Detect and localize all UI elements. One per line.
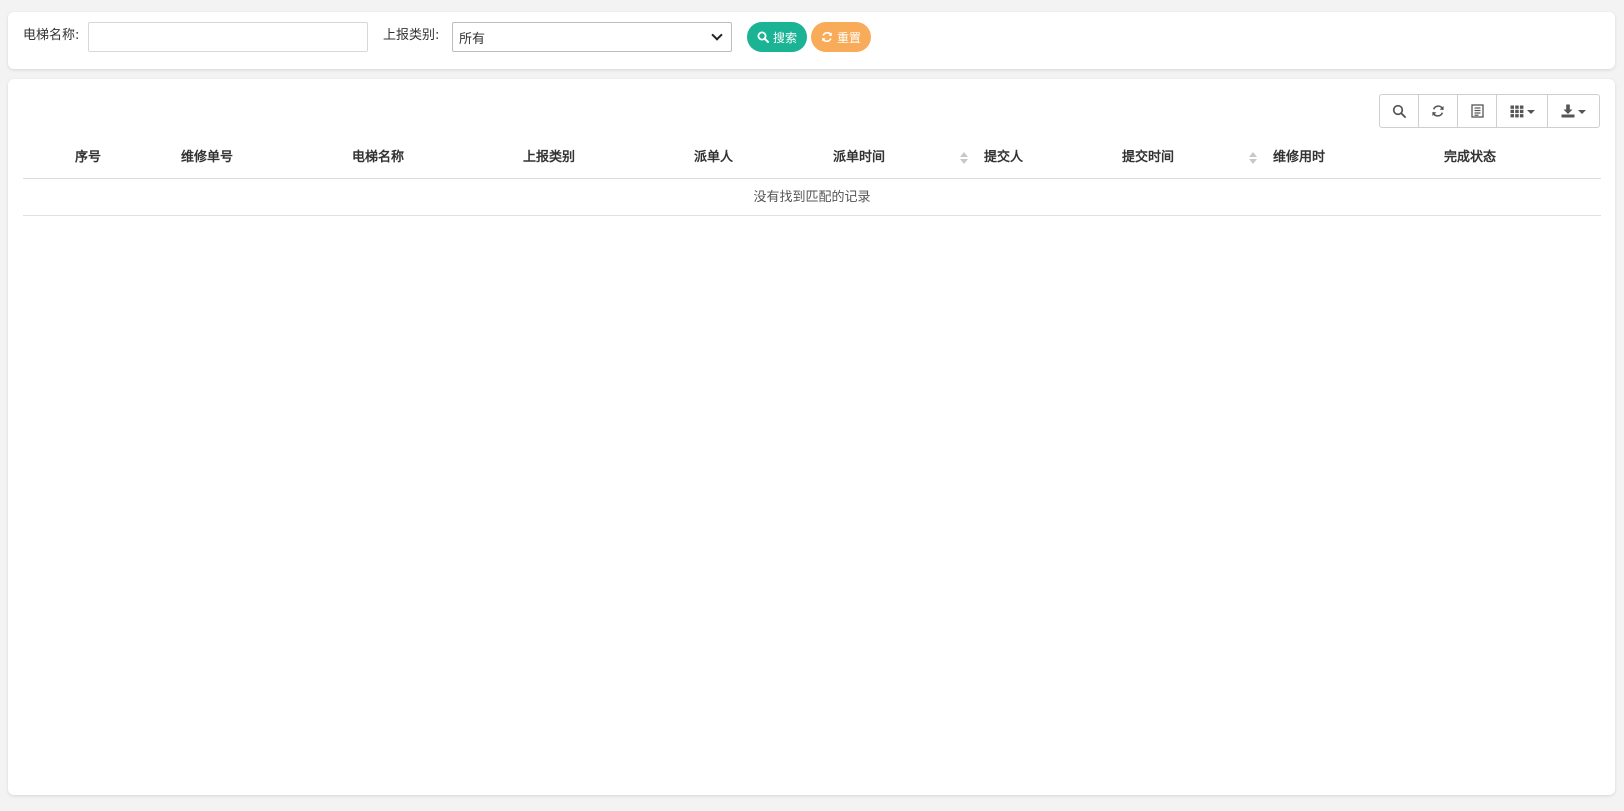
caret-down-icon: [1526, 110, 1535, 114]
column-header-submitter: 提交人: [984, 150, 1024, 165]
column-header-completion-status: 完成状态: [1444, 150, 1497, 165]
column-header-repair-order-no: 维修单号: [181, 150, 234, 165]
elevator-name-input[interactable]: [88, 22, 368, 52]
caret-down-icon: [1578, 110, 1586, 114]
column-header-report-type: 上报类别: [523, 150, 576, 165]
table-panel: 序号 维修单号 电梯名称 上报类别 派单人 派单时间 提交人 提交时间 维修用时…: [8, 79, 1615, 795]
column-header-repair-duration: 维修用时: [1273, 150, 1326, 165]
search-panel: 电梯名称: 上报类别: 所有 搜索 重置: [8, 12, 1615, 69]
column-header-dispatch-time[interactable]: 派单时间: [833, 137, 885, 179]
report-type-selected-value: 所有: [459, 31, 486, 47]
toolbar-columns-button[interactable]: [1497, 95, 1548, 127]
chevron-down-icon: [711, 28, 723, 41]
sort-icon[interactable]: [1249, 137, 1259, 179]
toolbar-search-button[interactable]: [1380, 95, 1419, 127]
refresh-icon: [822, 31, 832, 43]
toolbar-export-button[interactable]: [1548, 95, 1599, 127]
report-type-label: 上报类别:: [383, 28, 440, 43]
search-button-label: 搜索: [773, 30, 798, 45]
table-header: 序号 维修单号 电梯名称 上报类别 派单人 派单时间 提交人 提交时间 维修用时…: [23, 137, 1601, 179]
column-header-index: 序号: [75, 150, 102, 165]
search-icon: [757, 31, 769, 43]
toolbar-refresh-button[interactable]: [1419, 95, 1458, 127]
columns-icon: [1510, 105, 1523, 117]
column-header-dispatcher: 派单人: [694, 150, 734, 165]
column-header-submit-time[interactable]: 提交时间: [1122, 137, 1174, 179]
column-header-elevator-name: 电梯名称: [352, 150, 405, 165]
reset-button[interactable]: 重置: [811, 22, 871, 52]
detail-icon: [1470, 104, 1484, 118]
refresh-icon: [1432, 105, 1444, 117]
search-icon: [1392, 104, 1406, 118]
reset-button-label: 重置: [837, 30, 862, 45]
elevator-name-label: 电梯名称:: [23, 28, 80, 43]
export-icon: [1561, 104, 1575, 118]
table-toolbar: [1379, 94, 1600, 128]
empty-table-message: 没有找到匹配的记录: [23, 180, 1601, 216]
report-type-select[interactable]: 所有: [452, 22, 732, 52]
sort-icon[interactable]: [960, 137, 970, 179]
search-button[interactable]: 搜索: [747, 22, 807, 52]
toolbar-detail-view-button[interactable]: [1458, 95, 1497, 127]
